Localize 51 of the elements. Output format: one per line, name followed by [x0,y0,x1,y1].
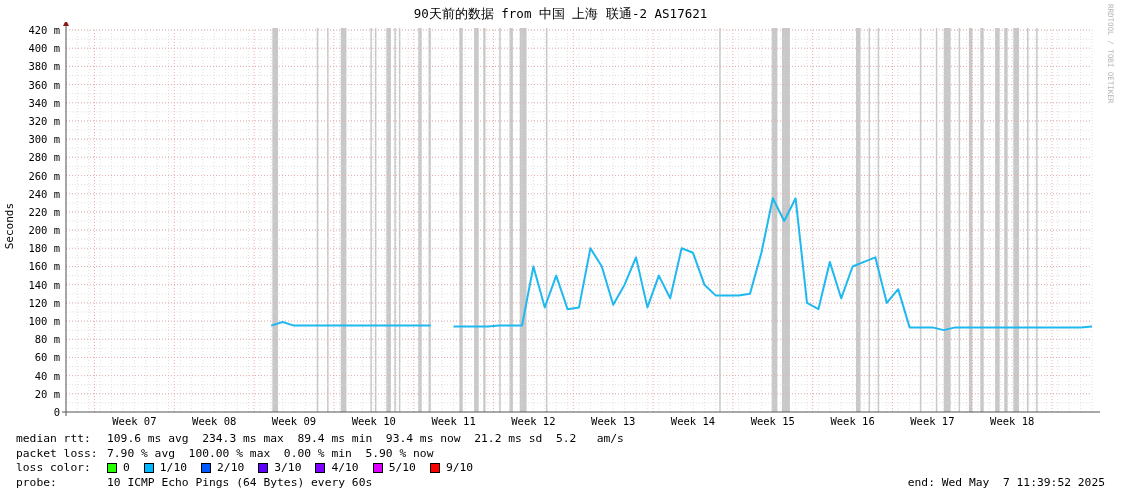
y-tick-label: 60 m [34,351,60,364]
x-tick-label: Week 08 [192,415,237,427]
y-tick-label: 200 m [28,224,60,237]
loss-color-label: 3/10 [274,461,302,476]
y-tick-label: 80 m [34,333,60,346]
y-tick-label: 260 m [28,169,60,182]
y-tick-label: 360 m [28,78,60,91]
y-tick-label: 160 m [28,260,60,273]
x-tick-label: Week 07 [112,415,157,427]
y-tick-label: 320 m [28,114,60,127]
legend-value: 7.90 % avg 100.00 % max 0.00 % min 5.90 % now [107,446,434,461]
y-tick-label: 120 m [28,296,60,309]
end-time: end: Wed May 7 11:39:52 2025 [907,475,1105,490]
x-tick-label: Week 12 [511,415,556,427]
loss-color-label: 1/10 [159,461,188,476]
loss-color-label: 4/10 [331,461,359,476]
legend-value: 109.6 ms avg 234.3 ms max 89.4 ms min 93.4 ms now 21.2 ms sd 5.2 am/s [107,432,624,447]
x-tick-label: Week 16 [830,415,875,427]
x-tick-label: Week 11 [431,415,476,427]
x-tick-label: Week 10 [351,415,396,427]
x-tick-label: Week 13 [591,415,636,427]
loss-color-label: 9/10 [445,461,474,476]
legend-label: loss color: [16,461,92,476]
x-tick-label: Week 09 [271,415,317,427]
y-axis-label: Seconds [4,202,16,250]
y-tick-label: 280 m [28,151,60,164]
y-tick-label: 100 m [28,315,60,328]
y-tick-label: 40 m [34,369,60,382]
legend-label: median rtt: [16,432,92,447]
legend-label: probe: [16,475,58,490]
y-tick-label: 140 m [28,278,60,291]
x-tick-label: Week 18 [990,415,1035,427]
y-tick-label: 420 m [28,24,60,36]
y-tick-label: 300 m [28,133,60,146]
legend-label: packet loss: [16,446,99,461]
loss-color-label: 5/10 [388,461,416,476]
x-tick-label: Week 14 [670,415,716,427]
y-tick-label: 380 m [28,60,60,73]
y-tick-label: 400 m [28,42,60,55]
y-tick-label: 240 m [28,187,60,200]
legend-value: 10 ICMP Echo Pings (64 Bytes) every 60s [107,475,373,490]
y-tick-label: 220 m [28,205,60,218]
x-tick-label: Week 17 [910,415,955,427]
loss-color-label: 0 [123,461,130,476]
chart-title: 90天前的数据 from 中国 上海 联通-2 AS17621 [413,6,708,22]
y-tick-label: 180 m [28,242,60,255]
y-tick-label: 340 m [28,96,60,109]
y-tick-label: 20 m [34,387,60,400]
x-tick-label: Week 15 [750,415,795,427]
y-tick-label: 0 [53,406,60,418]
loss-color-label: 2/10 [217,461,245,476]
